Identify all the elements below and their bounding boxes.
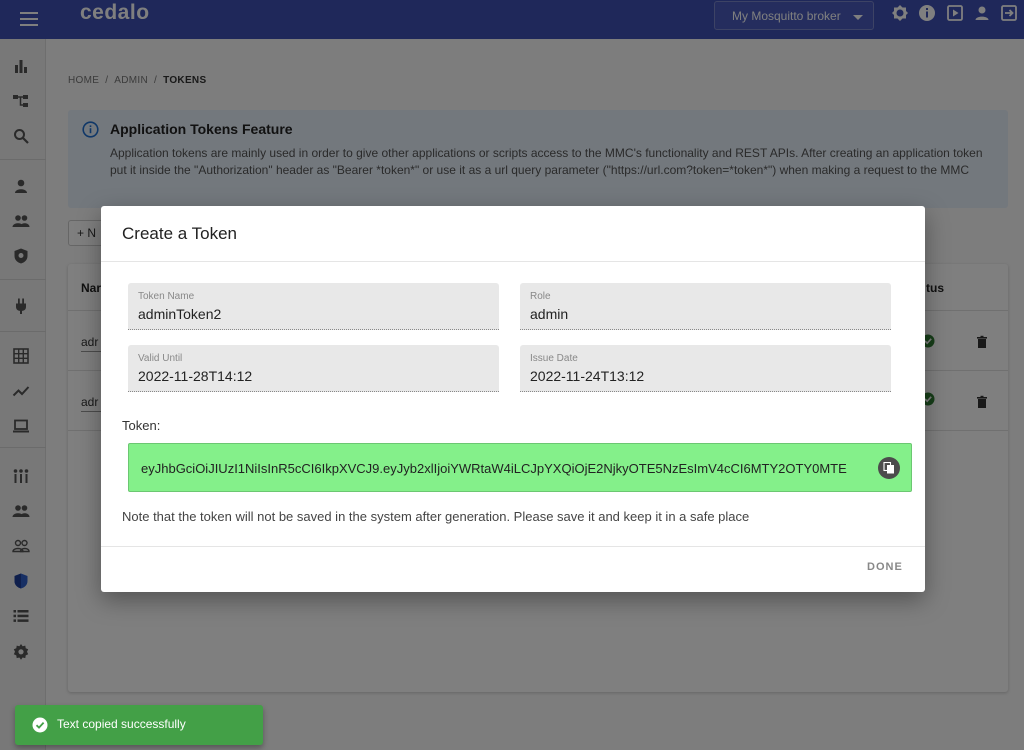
token-value[interactable]: eyJhbGciOiJIUzI1NiIsInR5cCI6IkpXVCJ9.eyJ… <box>141 461 877 476</box>
token-name-field[interactable]: Token Name adminToken2 <box>128 283 499 330</box>
check-circle-icon <box>32 717 48 733</box>
field-value: admin <box>530 306 569 322</box>
dialog-divider <box>101 546 925 547</box>
token-label: Token: <box>122 418 161 433</box>
done-button[interactable]: DONE <box>867 561 903 573</box>
snackbar: Text copied successfully <box>15 705 263 745</box>
valid-until-field[interactable]: Valid Until 2022-11-28T14:12 <box>128 345 499 392</box>
field-value: adminToken2 <box>138 306 222 322</box>
token-note: Note that the token will not be saved in… <box>122 509 750 524</box>
field-value: 2022-11-28T14:12 <box>138 368 253 384</box>
field-label: Issue Date <box>530 353 578 364</box>
field-label: Token Name <box>138 291 195 302</box>
issue-date-field[interactable]: Issue Date 2022-11-24T13:12 <box>520 345 891 392</box>
dialog-title: Create a Token <box>122 224 237 243</box>
dialog-divider <box>101 261 925 262</box>
role-field[interactable]: Role admin <box>520 283 891 330</box>
copy-button[interactable] <box>878 457 900 479</box>
create-token-dialog: Create a Token Token Name adminToken2 Ro… <box>101 206 925 592</box>
snackbar-message: Text copied successfully <box>57 717 186 731</box>
field-value: 2022-11-24T13:12 <box>530 368 645 384</box>
copy-icon <box>883 462 894 474</box>
token-field[interactable]: eyJhbGciOiJIUzI1NiIsInR5cCI6IkpXVCJ9.eyJ… <box>128 443 912 492</box>
field-label: Role <box>530 291 551 302</box>
field-label: Valid Until <box>138 353 183 364</box>
